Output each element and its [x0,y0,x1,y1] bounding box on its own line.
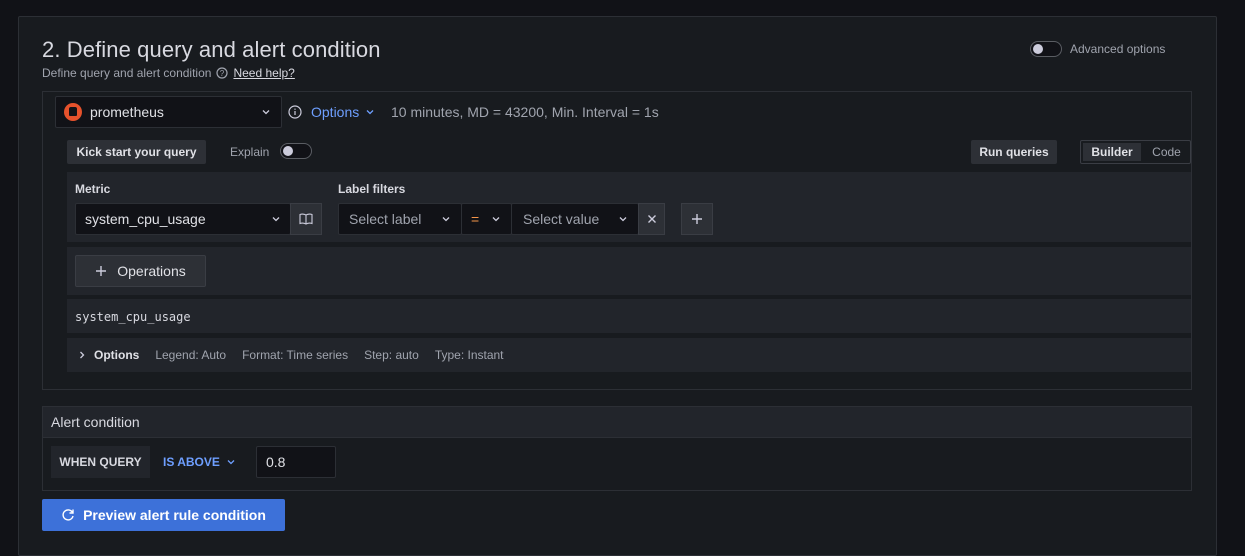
chevron-down-icon [366,110,374,115]
toggle-knob [283,146,293,156]
select-label[interactable]: Select label [338,203,462,235]
metric-value: system_cpu_usage [85,211,206,227]
select-value[interactable]: Select value [511,203,639,235]
info-icon[interactable] [288,105,302,119]
add-filter-button[interactable] [681,203,713,235]
metrics-explorer-button[interactable] [290,203,322,235]
threshold-input[interactable]: 0.8 [256,446,336,478]
query-options-label: Options [311,104,360,120]
raw-query-text: system_cpu_usage [75,310,191,324]
options-expand[interactable]: Options [78,348,139,362]
legend-info: Legend: Auto [155,348,227,362]
datasource-picker[interactable]: prometheus [55,96,282,128]
query-options-summary-row: Options Legend: Auto Format: Time series… [78,348,504,362]
raw-query-row [67,299,1191,333]
advanced-options-toggle[interactable] [1030,41,1062,57]
book-icon [299,213,313,225]
close-icon [647,215,656,223]
kickstart-button[interactable]: Kick start your query [67,140,206,164]
operator-select[interactable]: = [461,203,512,235]
section-subtitle: Define query and alert condition ? Need … [42,66,295,80]
chevron-down-icon [619,217,627,222]
remove-filter-button[interactable] [638,203,665,235]
options-row-label: Options [94,348,140,362]
prometheus-logo-icon [64,103,82,121]
alert-condition-header [43,407,1191,438]
label-filters-label: Label filters [338,182,406,196]
chevron-down-icon [227,460,235,465]
run-queries-button[interactable]: Run queries [971,140,1057,164]
metric-select[interactable]: system_cpu_usage [75,203,291,235]
chevron-down-icon [272,217,280,222]
chevron-down-icon [262,110,270,115]
explain-toggle[interactable] [280,143,312,159]
step-info: Step: auto [364,348,419,362]
operator-value: = [471,211,480,227]
code-tab[interactable]: Code [1143,141,1190,163]
preview-alert-button[interactable]: Preview alert rule condition [42,499,285,531]
preview-alert-label: Preview alert rule condition [83,507,266,523]
select-label-placeholder: Select label [349,211,422,227]
builder-tab[interactable]: Builder [1083,143,1141,161]
need-help-link[interactable]: Need help? [233,66,294,80]
alert-condition-title: Alert condition [51,414,140,430]
operations-row [67,247,1191,295]
metric-label: Metric [75,182,111,196]
plus-icon [692,214,702,224]
condition-operator-value: IS ABOVE [163,455,220,469]
chevron-down-icon [442,217,450,222]
operations-label: Operations [117,263,186,279]
datasource-name: prometheus [90,104,164,120]
toggle-knob [1033,44,1043,54]
when-query-label: WHEN QUERY [51,446,150,478]
query-options-summary: 10 minutes, MD = 43200, Min. Interval = … [391,104,659,120]
type-info: Type: Instant [434,348,504,362]
section-title: 2. Define query and alert condition [42,37,381,62]
svg-text:?: ? [220,69,225,78]
format-info: Format: Time series [242,348,349,362]
plus-icon [96,266,107,276]
explain-label: Explain [230,145,270,159]
condition-operator-select[interactable]: IS ABOVE [163,455,236,469]
mode-switch: Builder Code [1080,140,1191,164]
chevron-down-icon [492,217,500,222]
select-value-placeholder: Select value [523,211,600,227]
query-options-toggle[interactable]: Options [311,104,375,120]
refresh-icon [62,509,74,521]
advanced-options-label: Advanced options [1070,42,1166,56]
help-icon[interactable]: ? [216,67,229,79]
add-operations-button[interactable]: Operations [75,255,206,287]
chevron-right-icon [80,351,85,359]
threshold-value: 0.8 [266,454,286,470]
subtitle-text: Define query and alert condition [42,66,212,80]
